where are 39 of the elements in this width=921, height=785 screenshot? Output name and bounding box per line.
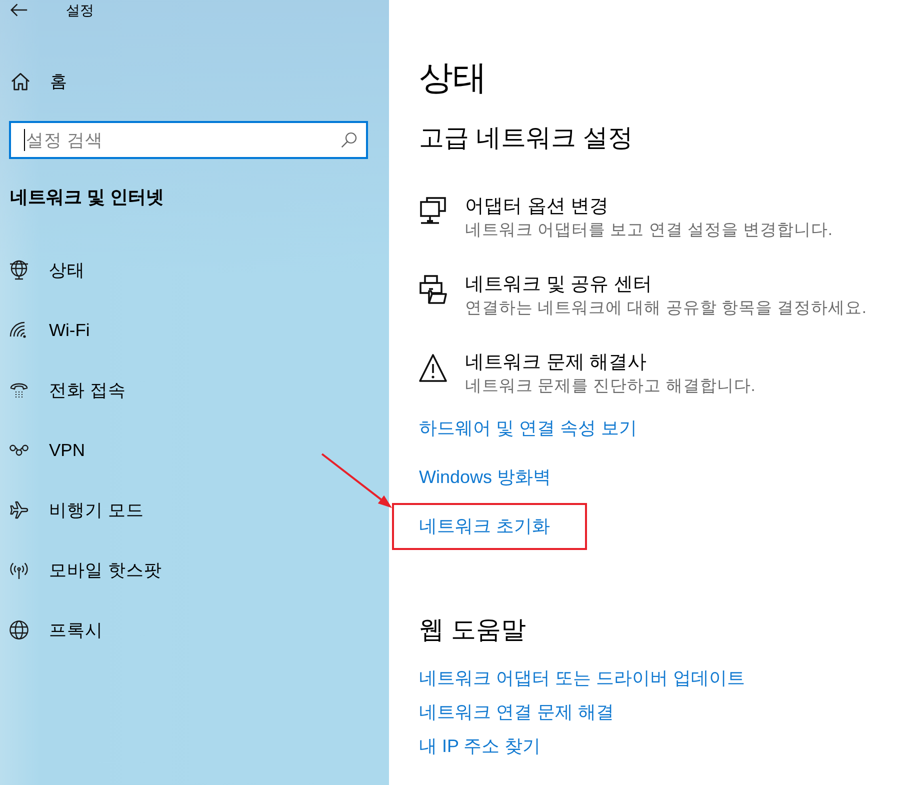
nav-item[interactable]: 전화 접속 (9, 360, 126, 420)
option-description: 연결하는 네트워크에 대해 공유할 항목을 결정하세요. (465, 298, 867, 319)
home-icon (11, 72, 30, 90)
wifi-icon (9, 320, 29, 340)
option-title[interactable]: 네트워크 문제 해결사 (465, 351, 647, 375)
airplane-icon (9, 500, 29, 520)
back-arrow-icon (10, 1, 28, 19)
text-cursor-icon (24, 129, 25, 151)
link[interactable]: 하드웨어 및 연결 속성 보기 (419, 415, 638, 441)
section-heading: 네트워크 및 인터넷 (10, 186, 164, 209)
page-title: 상태 (419, 58, 487, 99)
globe-monitor-icon (9, 260, 29, 280)
section-heading: 웹 도움말 (419, 615, 526, 646)
nav-item[interactable]: 상태 (9, 240, 85, 300)
nav-item[interactable]: 모바일 핫스팟 (9, 540, 162, 600)
home-link[interactable]: 홈 (9, 61, 67, 101)
search-field[interactable]: 설정 검색 (9, 121, 368, 159)
link[interactable]: 내 IP 주소 찾기 (419, 733, 541, 759)
nav-item[interactable]: 비행기 모드 (9, 480, 144, 540)
nav-item[interactable]: 프록시 (9, 600, 103, 660)
globe-icon (9, 620, 29, 640)
section-heading: 고급 네트워크 설정 (419, 123, 633, 154)
link[interactable]: 네트워크 어댑터 또는 드라이버 업데이트 (419, 665, 746, 691)
nav-item[interactable]: VPN (9, 420, 85, 480)
link[interactable]: 네트워크 초기화 (419, 513, 550, 539)
nav-item[interactable]: Wi-Fi (9, 300, 90, 360)
window-title: 설정 (66, 1, 94, 20)
option-title[interactable]: 네트워크 및 공유 센터 (465, 273, 652, 297)
link[interactable]: 네트워크 연결 문제 해결 (419, 699, 614, 725)
back-button[interactable] (10, 1, 28, 19)
option-description: 네트워크 문제를 진단하고 해결합니다. (465, 376, 756, 397)
link[interactable]: Windows 방화벽 (419, 464, 552, 490)
printer-folder-icon (419, 274, 447, 306)
antenna-icon (9, 560, 29, 580)
option-description: 네트워크 어댑터를 보고 연결 설정을 변경합니다. (465, 220, 833, 241)
option-title[interactable]: 어댑터 옵션 변경 (465, 195, 609, 219)
warning-icon (419, 352, 447, 384)
annotation-arrow (321, 453, 392, 508)
search-icon (341, 132, 357, 148)
